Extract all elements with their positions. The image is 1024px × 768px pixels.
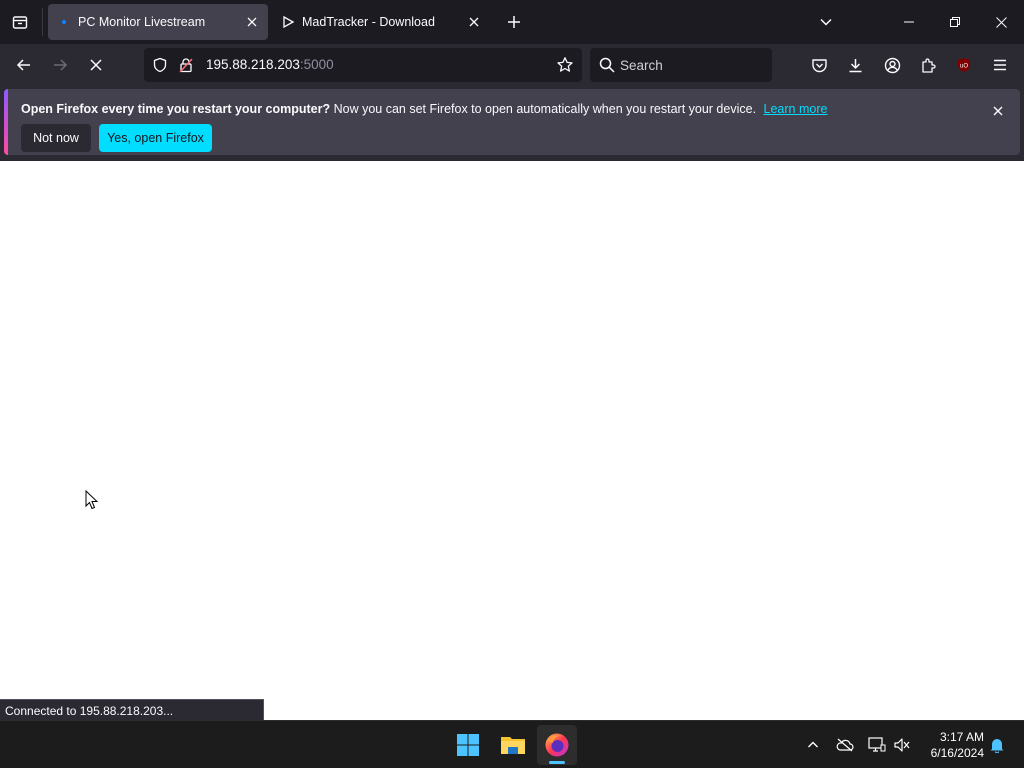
- extensions-button[interactable]: [913, 50, 943, 80]
- taskbar: 3:17 AM 6/16/2024: [0, 720, 1024, 768]
- tab-separator: [42, 8, 43, 36]
- tab-madtracker-download[interactable]: MadTracker - Download: [272, 4, 490, 40]
- stop-icon: [90, 59, 102, 71]
- bookmark-star-button[interactable]: [554, 54, 576, 76]
- onedrive-tray-icon[interactable]: [833, 733, 857, 757]
- firefox-view-icon: [12, 16, 28, 29]
- close-icon: [247, 17, 257, 27]
- learn-more-link[interactable]: Learn more: [764, 102, 828, 116]
- chevron-down-icon: [820, 18, 832, 26]
- back-button[interactable]: [9, 50, 39, 80]
- play-favicon-icon: [280, 14, 296, 30]
- notification-bold-text: Open Firefox every time you restart your…: [21, 102, 331, 116]
- mouse-pointer-icon: [85, 490, 99, 510]
- tab-close-button[interactable]: [240, 10, 264, 34]
- notification-text: Now you can set Firefox to open automati…: [333, 102, 757, 116]
- notification-accent: [4, 89, 8, 155]
- volume-tray-icon[interactable]: [890, 733, 914, 757]
- plus-icon: [508, 16, 520, 28]
- ublock-origin-icon: uO: [958, 58, 970, 72]
- ublock-origin-button[interactable]: uO: [949, 50, 979, 80]
- url-port: :5000: [299, 57, 334, 72]
- network-tray-icon[interactable]: [865, 733, 889, 757]
- folder-icon: [501, 737, 525, 754]
- close-icon: [469, 17, 479, 27]
- network-icon: [868, 737, 886, 752]
- pocket-icon: [811, 58, 827, 72]
- menu-icon: [994, 59, 1006, 71]
- notification-close-button[interactable]: [988, 101, 1008, 121]
- insecure-lock-icon[interactable]: [176, 55, 196, 75]
- tracking-protection-shield-icon[interactable]: [150, 55, 170, 75]
- star-icon: [557, 57, 573, 72]
- status-panel: Connected to 195.88.218.203...: [0, 699, 264, 720]
- app-menu-button[interactable]: [985, 50, 1015, 80]
- clock-date: 6/16/2024: [930, 746, 984, 760]
- file-explorer-button[interactable]: [493, 725, 533, 765]
- tab-strip: PC Monitor Livestream MadTracker - Downl…: [0, 0, 1024, 44]
- start-button[interactable]: [448, 725, 488, 765]
- stop-button[interactable]: [81, 50, 111, 80]
- volume-muted-icon: [894, 738, 910, 752]
- notification-center-button[interactable]: [985, 733, 1009, 757]
- extensions-icon: [921, 57, 936, 73]
- chevron-up-icon: [808, 741, 818, 748]
- svg-text:uO: uO: [960, 64, 968, 70]
- close-window-button[interactable]: [978, 0, 1024, 44]
- pocket-button[interactable]: [804, 50, 834, 80]
- default-browser-notification: Open Firefox every time you restart your…: [4, 89, 1020, 155]
- restore-button[interactable]: [932, 0, 978, 44]
- yes-open-firefox-button[interactable]: Yes, open Firefox: [99, 124, 212, 152]
- clock-time: 3:17 AM: [939, 730, 984, 744]
- tab-title: PC Monitor Livestream: [78, 15, 206, 29]
- restore-icon: [950, 17, 960, 27]
- close-icon: [993, 106, 1003, 116]
- active-app-indicator: [549, 761, 565, 764]
- firefox-taskbar-button[interactable]: [537, 725, 577, 765]
- search-input[interactable]: [620, 55, 760, 75]
- onedrive-offline-icon: [836, 738, 854, 752]
- notification-bell-icon: [990, 739, 1004, 753]
- loading-throbber-icon: [56, 14, 72, 30]
- account-icon: [884, 57, 900, 73]
- notification-message: Open Firefox every time you restart your…: [21, 102, 827, 116]
- list-all-tabs-button[interactable]: [812, 8, 840, 36]
- search-bar[interactable]: [590, 48, 772, 82]
- downloads-button[interactable]: [840, 50, 870, 80]
- page-content[interactable]: [0, 161, 1024, 720]
- tab-close-button[interactable]: [462, 10, 486, 34]
- new-tab-button[interactable]: [500, 8, 528, 36]
- download-icon: [849, 58, 861, 72]
- firefox-view-button[interactable]: [6, 8, 34, 36]
- url-host: 195.88.218.203: [206, 57, 300, 72]
- account-button[interactable]: [877, 50, 907, 80]
- arrow-right-icon: [54, 59, 68, 71]
- taskbar-clock[interactable]: 3:17 AM 6/16/2024: [918, 729, 984, 761]
- tab-pc-monitor-livestream[interactable]: PC Monitor Livestream: [48, 4, 268, 40]
- firefox-icon: [545, 733, 569, 757]
- windows-logo-icon: [457, 734, 479, 756]
- notification-area: Open Firefox every time you restart your…: [0, 86, 1024, 161]
- minimize-icon: [904, 21, 914, 23]
- minimize-button[interactable]: [886, 0, 932, 44]
- close-icon: [995, 16, 1007, 28]
- forward-button[interactable]: [45, 50, 75, 80]
- arrow-left-icon: [16, 59, 30, 71]
- url-text: 195.88.218.203:5000: [206, 57, 334, 72]
- show-hidden-icons-button[interactable]: [801, 733, 825, 757]
- tab-title: MadTracker - Download: [302, 15, 435, 29]
- search-icon: [599, 57, 615, 73]
- not-now-button[interactable]: Not now: [21, 124, 91, 152]
- navigation-toolbar: 195.88.218.203:5000 uO: [0, 44, 1024, 86]
- address-bar[interactable]: 195.88.218.203:5000: [144, 48, 582, 82]
